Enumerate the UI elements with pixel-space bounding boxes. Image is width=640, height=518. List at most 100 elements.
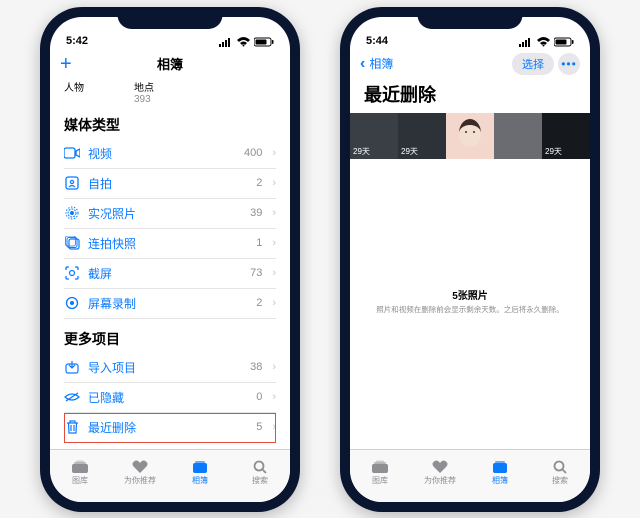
status-indicators bbox=[219, 37, 274, 47]
row-label: 已隐藏 bbox=[88, 389, 248, 406]
thumbnail[interactable] bbox=[446, 113, 494, 159]
phone-right: 5:44 ‹ 相簿 选择 ••• 最近删除 29天 29天 bbox=[340, 7, 600, 512]
tab-bar: 图库 为你推荐 相簿 搜索 bbox=[50, 449, 290, 502]
row-count: 2 bbox=[256, 177, 262, 189]
row-label: 截屏 bbox=[88, 265, 242, 282]
status-time: 5:44 bbox=[366, 35, 388, 47]
thumbnail[interactable]: 29天 bbox=[398, 113, 446, 159]
battery-icon bbox=[554, 37, 574, 47]
days-label: 29天 bbox=[401, 146, 418, 157]
nav-bar: + 相簿 bbox=[50, 49, 290, 79]
footer-note: 5张照片 照片和视频在删除前会显示剩余天数。之后将永久删除。 bbox=[350, 287, 590, 321]
wifi-icon bbox=[537, 37, 550, 47]
chevron-right-icon: › bbox=[272, 177, 276, 189]
chevron-right-icon: › bbox=[272, 421, 276, 433]
back-label: 相簿 bbox=[369, 55, 393, 72]
tab-label: 搜索 bbox=[252, 475, 268, 486]
people-col[interactable]: 人物 bbox=[64, 79, 84, 105]
tab-foryou[interactable]: 为你推荐 bbox=[110, 450, 170, 496]
tab-label: 相簿 bbox=[192, 475, 208, 486]
tab-albums[interactable]: 相簿 bbox=[470, 450, 530, 496]
row-burst[interactable]: 连拍快照 1 › bbox=[64, 229, 276, 259]
row-count: 38 bbox=[250, 361, 262, 373]
add-button[interactable]: + bbox=[60, 54, 72, 74]
row-label: 连拍快照 bbox=[88, 235, 248, 252]
row-label: 屏幕录制 bbox=[88, 295, 248, 312]
row-video[interactable]: 视频 400 › bbox=[64, 139, 276, 169]
library-icon bbox=[371, 460, 389, 474]
more-button[interactable]: ••• bbox=[558, 53, 580, 75]
row-label: 导入项目 bbox=[88, 359, 242, 376]
tab-label: 图库 bbox=[72, 475, 88, 486]
row-label: 最近删除 bbox=[88, 419, 248, 436]
chevron-right-icon: › bbox=[272, 361, 276, 373]
chevron-right-icon: › bbox=[272, 207, 276, 219]
import-icon bbox=[64, 359, 80, 375]
row-label: 自拍 bbox=[88, 175, 248, 192]
tab-library[interactable]: 图库 bbox=[350, 450, 410, 496]
tab-label: 为你推荐 bbox=[124, 475, 156, 486]
row-count: 400 bbox=[244, 147, 262, 159]
more-list: 导入项目 38 › 已隐藏 0 › 最近删除 5 › bbox=[50, 353, 290, 443]
thumbnail[interactable] bbox=[494, 113, 542, 159]
row-count: 1 bbox=[256, 237, 262, 249]
status-indicators bbox=[519, 37, 574, 47]
screenshot-icon bbox=[64, 265, 80, 281]
chevron-right-icon: › bbox=[272, 147, 276, 159]
days-label: 29天 bbox=[545, 146, 562, 157]
thumbnail[interactable]: 29天 bbox=[350, 113, 398, 159]
places-label: 地点 bbox=[134, 79, 154, 94]
record-icon bbox=[64, 295, 80, 311]
signal-icon bbox=[519, 37, 533, 47]
albums-icon bbox=[191, 460, 209, 474]
tab-label: 搜索 bbox=[552, 475, 568, 486]
tab-label: 相簿 bbox=[492, 475, 508, 486]
tab-search[interactable]: 搜索 bbox=[230, 450, 290, 496]
row-live[interactable]: 实况照片 39 › bbox=[64, 199, 276, 229]
row-screenshot[interactable]: 截屏 73 › bbox=[64, 259, 276, 289]
row-label: 视频 bbox=[88, 145, 236, 162]
notch bbox=[418, 7, 523, 29]
tab-bar: 图库 为你推荐 相簿 搜索 bbox=[350, 449, 590, 502]
row-selfie[interactable]: 自拍 2 › bbox=[64, 169, 276, 199]
battery-icon bbox=[254, 37, 274, 47]
sub-albums: 人物 地点 393 bbox=[50, 79, 290, 105]
tab-label: 为你推荐 bbox=[424, 475, 456, 486]
chevron-right-icon: › bbox=[272, 267, 276, 279]
tab-library[interactable]: 图库 bbox=[50, 450, 110, 496]
photo-count: 5张照片 bbox=[360, 287, 580, 302]
back-button[interactable]: ‹ 相簿 bbox=[360, 55, 393, 73]
ellipsis-icon: ••• bbox=[561, 57, 577, 71]
status-time: 5:42 bbox=[66, 35, 88, 47]
row-recently-deleted[interactable]: 最近删除 5 › bbox=[64, 413, 276, 443]
video-icon bbox=[64, 145, 80, 161]
row-count: 0 bbox=[256, 391, 262, 403]
row-hidden[interactable]: 已隐藏 0 › bbox=[64, 383, 276, 413]
row-screenrecord[interactable]: 屏幕录制 2 › bbox=[64, 289, 276, 319]
tab-albums[interactable]: 相簿 bbox=[170, 450, 230, 496]
selfie-icon bbox=[64, 175, 80, 191]
signal-icon bbox=[219, 37, 233, 47]
places-col[interactable]: 地点 393 bbox=[134, 79, 154, 105]
chevron-right-icon: › bbox=[272, 297, 276, 309]
tab-foryou[interactable]: 为你推荐 bbox=[410, 450, 470, 496]
foryou-icon bbox=[131, 460, 149, 474]
page-title: 最近删除 bbox=[350, 79, 590, 113]
select-button[interactable]: 选择 bbox=[512, 53, 554, 75]
wifi-icon bbox=[237, 37, 250, 47]
chevron-left-icon: ‹ bbox=[360, 55, 365, 73]
row-count: 73 bbox=[250, 267, 262, 279]
row-import[interactable]: 导入项目 38 › bbox=[64, 353, 276, 383]
nav-title: 相簿 bbox=[50, 54, 290, 73]
footer-subtitle: 照片和视频在删除前会显示剩余天数。之后将永久删除。 bbox=[360, 304, 580, 315]
people-label: 人物 bbox=[64, 79, 84, 94]
thumbnail[interactable]: 29天 bbox=[542, 113, 590, 159]
search-icon bbox=[251, 460, 269, 474]
avatar-illustration bbox=[459, 119, 481, 147]
section-more-items: 更多项目 bbox=[50, 319, 290, 353]
row-count: 2 bbox=[256, 297, 262, 309]
tab-search[interactable]: 搜索 bbox=[530, 450, 590, 496]
thumbnail-strip: 29天 29天 29天 bbox=[350, 113, 590, 159]
phone-left: 5:42 + 相簿 人物 地点 393 媒体类型 视频 bbox=[40, 7, 300, 512]
library-icon bbox=[71, 460, 89, 474]
